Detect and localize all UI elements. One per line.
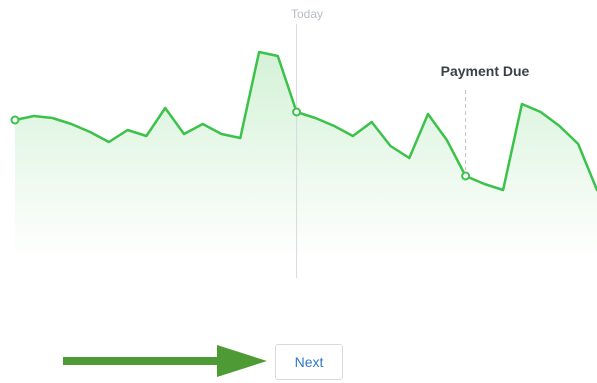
payment-due-label: Payment Due bbox=[440, 63, 530, 79]
chart-area bbox=[10, 24, 597, 278]
marker-point-2 bbox=[461, 171, 471, 181]
pointer-arrow-icon bbox=[63, 345, 267, 377]
today-label: Today bbox=[290, 7, 324, 21]
next-button[interactable]: Next bbox=[275, 344, 343, 380]
marker-point-0 bbox=[10, 115, 20, 125]
marker-point-1 bbox=[292, 107, 302, 117]
balance-chart: Today Payment Due bbox=[0, 0, 597, 290]
